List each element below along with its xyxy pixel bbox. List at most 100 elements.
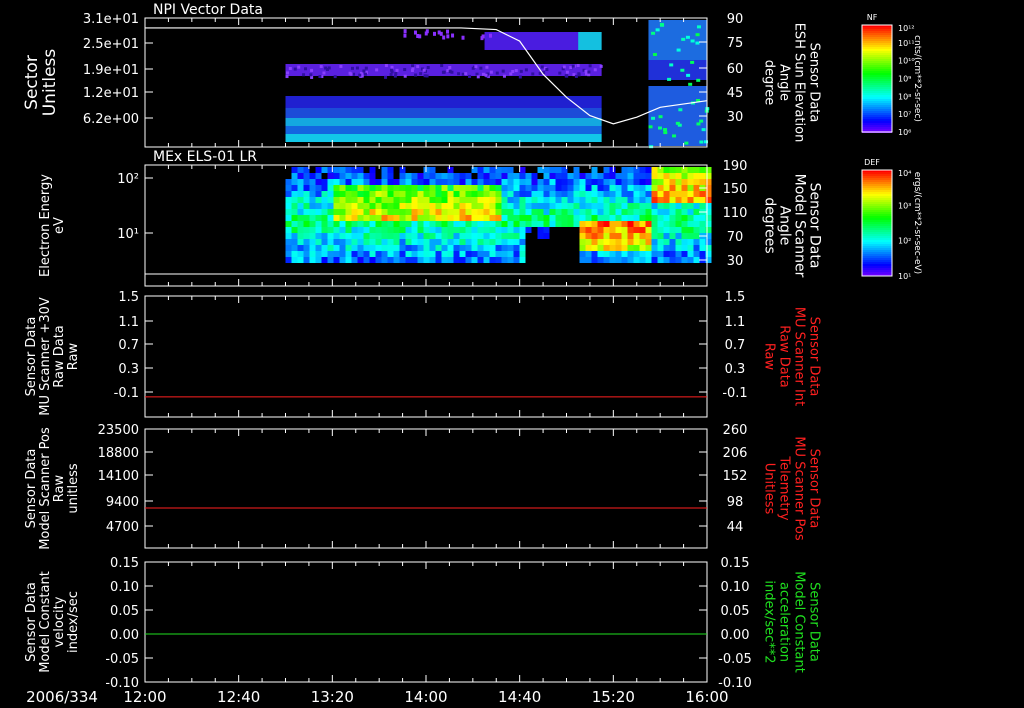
spectrogram-cell (657, 227, 664, 233)
spectrogram-cell (687, 185, 694, 191)
spectrogram-cell (363, 72, 367, 76)
spectrogram-cell (507, 233, 514, 239)
right-y-tick-label: 90 (727, 12, 744, 27)
spectrogram-cell (507, 203, 514, 209)
spectrogram-cell (417, 233, 424, 239)
spectrogram-cell (681, 167, 688, 173)
spectrogram-cell (315, 233, 322, 239)
spectrogram-cell (577, 73, 581, 77)
spectrogram-cell (519, 185, 526, 191)
spectrogram-cell (531, 197, 538, 203)
spectrogram-cell (667, 77, 672, 81)
spectrogram-cell (699, 173, 706, 179)
spectrogram-cell (507, 209, 514, 215)
spectrogram-cell (609, 215, 616, 221)
spectrogram-cell (381, 233, 388, 239)
spectrogram-cell (513, 191, 520, 197)
spectrogram-cell (501, 239, 508, 245)
spectrogram-cell (459, 209, 466, 215)
spectrogram-cell (363, 245, 370, 251)
spectrogram-cell (422, 68, 426, 72)
spectrogram-cell (357, 215, 364, 221)
spectrogram-cell (405, 185, 412, 191)
spectrogram-cell (351, 215, 358, 221)
colorbar-swatch (862, 224, 892, 226)
spectrogram-cell (495, 245, 502, 251)
spectrogram-cell (513, 173, 520, 179)
right-y-tick-label: 1.5 (725, 290, 746, 305)
spectrogram-cell (513, 221, 520, 227)
spectrogram-cell (501, 221, 508, 227)
spectrogram-cell (297, 191, 304, 197)
spectrogram-cell (333, 191, 340, 197)
spectrogram-cell (351, 233, 358, 239)
spectrogram-cell (511, 69, 515, 73)
spectrogram-cell (537, 191, 544, 197)
spectrogram-cell (441, 185, 448, 191)
spectrogram-cell (525, 215, 532, 221)
spectrogram-cell (501, 203, 508, 209)
right-y-tick-label: 30 (727, 110, 744, 125)
spectrogram-cell (627, 185, 634, 191)
spectrogram-cell (403, 33, 407, 38)
spectrogram-cell (663, 167, 670, 173)
spectrogram-cell (615, 215, 622, 221)
spectrogram-cell (579, 239, 586, 245)
colorbar-swatch (862, 264, 892, 266)
spectrogram-cell (429, 185, 436, 191)
spectrogram-cell (429, 239, 436, 245)
colorbar-2: DEF 10⁴ 10³ 10² 10¹ergs/(cm**2-sr-sec-eV) (861, 158, 922, 281)
spectrogram-cell (585, 221, 592, 227)
spectrogram-cell (471, 66, 475, 70)
spectrogram-cell (555, 185, 562, 191)
spectrogram-cell (597, 191, 604, 197)
spectrogram-cell (525, 197, 532, 203)
colorbar-swatch (862, 123, 892, 125)
spectrogram-cell (519, 233, 526, 239)
spectrogram-cell (351, 167, 358, 173)
spectrogram-cell (681, 179, 688, 185)
spectrogram-cell (489, 245, 496, 251)
spectrogram-cell (585, 257, 592, 263)
spectrogram-cell (585, 239, 592, 245)
spectrogram-cell (375, 257, 382, 263)
spectrogram-cell (429, 227, 436, 233)
spectrogram-cell (531, 209, 538, 215)
spectrogram-cell (518, 75, 522, 79)
spectrogram-cell (690, 60, 695, 64)
colorbar-swatch (862, 103, 892, 105)
spectrogram-cell (399, 185, 406, 191)
panel-frame (144, 428, 708, 549)
y-axis-label: unitless (66, 463, 81, 514)
y-tick-label: 1.5 (118, 290, 139, 305)
spectrogram-cell (339, 179, 346, 185)
spectrogram-cell (519, 209, 526, 215)
spectrogram-cell (627, 191, 634, 197)
spectrogram-cell (441, 70, 445, 74)
spectrogram-cell (351, 197, 358, 203)
colorbar-swatch (862, 121, 892, 123)
spectrogram-cell (693, 167, 700, 173)
spectrogram-cell (351, 257, 358, 263)
spectrogram-cell (489, 251, 496, 257)
spectrogram-cell (393, 239, 400, 245)
spectrogram-cell (459, 185, 466, 191)
spectrogram-cell (693, 179, 700, 185)
colorbar-title: NF (867, 13, 878, 22)
spectrogram-cell (405, 191, 412, 197)
spectrogram-cell (543, 185, 550, 191)
spectrogram-cell (483, 209, 490, 215)
spectrogram-cell (441, 257, 448, 263)
spectrogram-cell (327, 221, 334, 227)
spectrogram-cell (339, 233, 346, 239)
spectrogram-cell (327, 173, 334, 179)
spectrogram-cell (489, 185, 496, 191)
y-axis-label: Model Scanner Pos (38, 427, 53, 550)
spectrogram-cell (693, 221, 700, 227)
spectrogram-cell (393, 221, 400, 227)
spectrogram-cell (423, 203, 430, 209)
spectrogram-cell (663, 215, 670, 221)
panel-title: NPI Vector Data (153, 2, 263, 18)
panel-title: MEx ELS-01 LR (153, 149, 257, 165)
spectrogram-cell (357, 203, 364, 209)
